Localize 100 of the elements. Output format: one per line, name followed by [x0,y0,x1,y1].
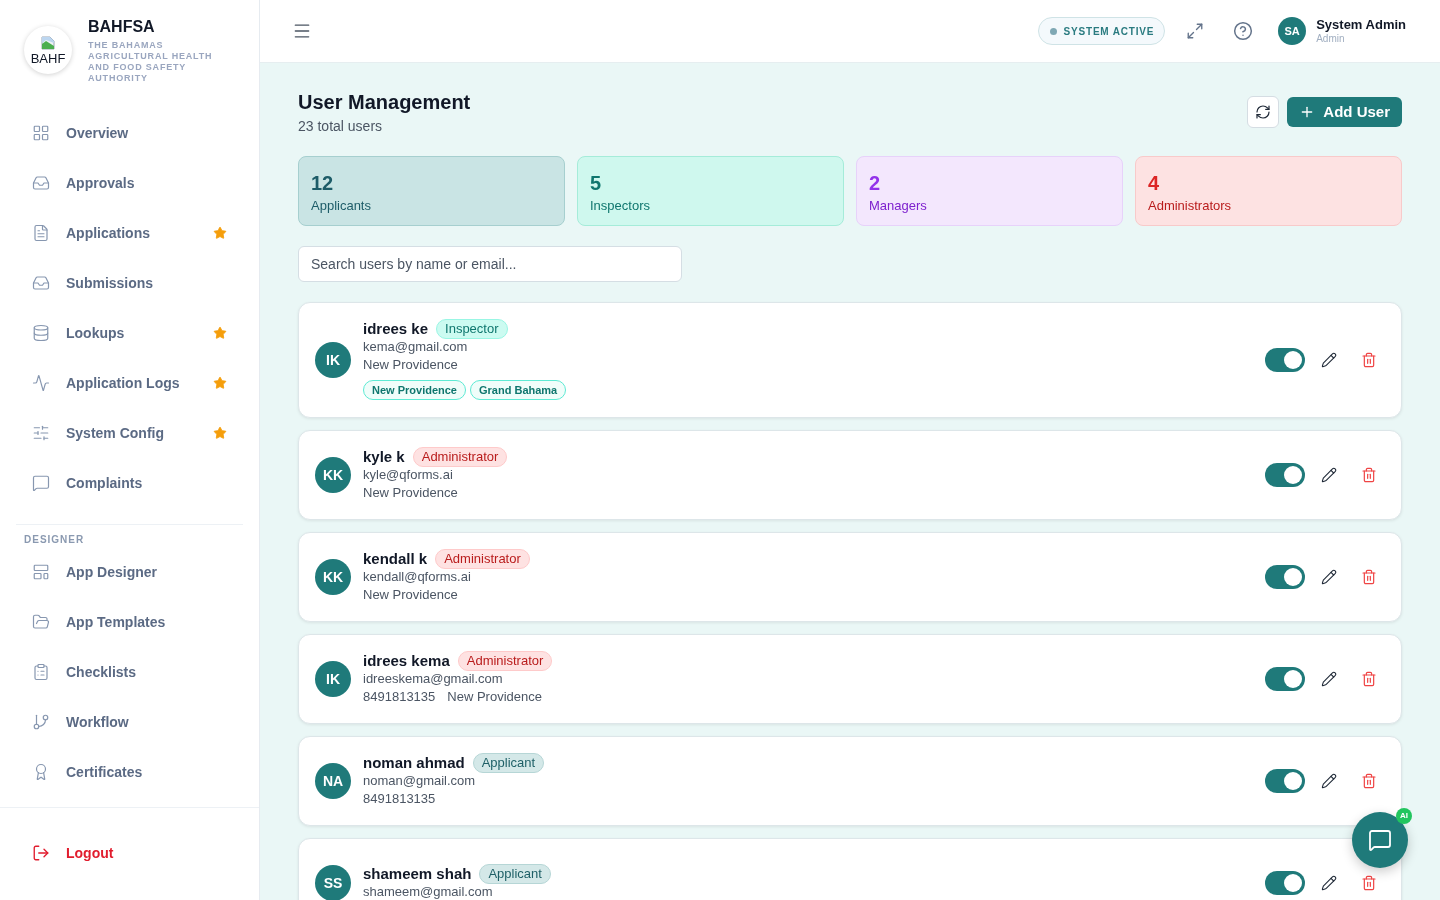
layout-icon [32,563,50,581]
stat-value: 4 [1148,171,1161,196]
grid-icon [32,124,50,142]
section-heading: DESIGNER [23,533,86,547]
chat-icon [1368,828,1392,852]
user-detail: 8491813135 [363,688,436,706]
logout-icon [32,844,50,862]
broken-image-icon [41,35,55,50]
sidebar-item[interactable]: App Templates [16,597,243,647]
sidebar-item[interactable]: Lookups [16,308,243,358]
role-badge: Administrator [412,447,508,467]
folder-icon [32,613,50,631]
branch-icon [32,713,50,731]
role-badge: Applicant [479,864,551,884]
user-name: System Admin [1316,17,1406,33]
sidebar-item[interactable]: Applications [16,208,243,258]
pencil-icon [1321,352,1337,368]
toggle-switch[interactable] [1265,463,1305,487]
sidebar-item[interactable]: Submissions [16,258,243,308]
user-email: kyle@qforms.ai [363,466,453,484]
sidebar-item[interactable]: Checklists [16,647,243,697]
sidebar-item[interactable]: Approvals [16,158,243,208]
user-name: noman ahmad [363,754,465,772]
user-detail: New Providence [363,356,458,374]
role-badge: Applicant [472,753,545,773]
trash-icon [1361,875,1377,891]
toggle-switch[interactable] [1265,348,1305,372]
user-email: idreeskema@gmail.com [363,670,503,688]
document-icon [32,224,50,242]
trash-icon [1361,467,1377,483]
user-avatar: KK [315,559,351,595]
expand-icon [1186,22,1205,40]
role-badge: Administrator [435,549,530,569]
toggle-switch[interactable] [1265,667,1305,691]
region-tag: New Providence [363,380,466,400]
brand-name: BAHFSA [88,16,156,37]
logo-alt-text: BAHF [30,51,66,65]
pencil-icon [1321,467,1337,483]
toggle-switch[interactable] [1265,871,1305,895]
sliders-icon [32,424,50,442]
user-avatar: IK [315,342,351,378]
sidebar-item[interactable]: System Config [16,408,243,458]
toggle-switch[interactable] [1265,565,1305,589]
pencil-icon [1321,671,1337,687]
stat-value: 5 [590,171,603,196]
user-avatar: SS [315,865,351,900]
user-email: shameem@gmail.com [363,883,493,900]
role-badge: Inspector [436,319,508,339]
sidebar-item[interactable]: App Designer [16,547,243,597]
user-avatar[interactable]: SA [1278,17,1307,45]
sidebar-item[interactable]: Complaints [16,458,243,508]
user-detail: New Providence [447,688,542,706]
clipboard-icon [32,663,50,681]
speech-bubble-icon [32,474,50,492]
user-name: idrees kema [363,652,450,670]
pencil-icon [1321,875,1337,891]
user-email: kendall@qforms.ai [363,568,471,586]
user-email: noman@gmail.com [363,772,476,790]
user-email: kema@gmail.com [363,338,468,356]
stat-label: Administrators [1148,197,1233,215]
search-field[interactable]: Search users by name or email... [298,246,682,282]
user-role: Admin [1316,33,1346,45]
user-detail: New Providence [363,484,458,502]
database-icon [32,324,50,342]
ai-badge: AI [1396,808,1412,824]
add-user-button[interactable]: Add User [1287,97,1402,127]
stat-label: Inspectors [590,197,651,215]
user-avatar: IK [315,661,351,697]
region-tag: Grand Bahama [470,380,567,400]
status-label: SYSTEM ACTIVE [1063,24,1155,39]
user-avatar: NA [315,763,351,799]
pulse-icon [32,374,50,392]
user-name: kendall k [363,550,428,568]
stat-label: Applicants [311,197,372,215]
logout-button[interactable]: Logout [16,828,243,878]
user-name: idrees ke [363,320,429,338]
trash-icon [1361,773,1377,789]
refresh-button[interactable] [1247,96,1280,128]
user-name: shameem shah [363,865,472,883]
sidebar-item[interactable]: Certificates [16,747,243,797]
toggle-switch[interactable] [1265,769,1305,793]
stat-value: 12 [311,171,335,196]
pencil-icon [1321,569,1337,585]
refresh-icon [1255,104,1272,120]
user-avatar: KK [315,457,351,493]
sidebar-item[interactable]: Application Logs [16,358,243,408]
inbox-icon [32,274,50,292]
user-name: kyle k [363,448,405,466]
stat-value: 2 [869,171,882,196]
trash-icon [1361,671,1377,687]
pencil-icon [1321,773,1337,789]
trash-icon [1361,569,1377,585]
sidebar-item[interactable]: Workflow [16,697,243,747]
stat-label: Managers [869,197,928,215]
help-icon [1233,21,1254,41]
sidebar-item[interactable]: Overview [16,108,243,158]
trash-icon [1361,352,1377,368]
page-title: User Management [298,90,471,115]
inbox-icon [32,174,50,192]
user-detail: New Providence [363,586,458,604]
